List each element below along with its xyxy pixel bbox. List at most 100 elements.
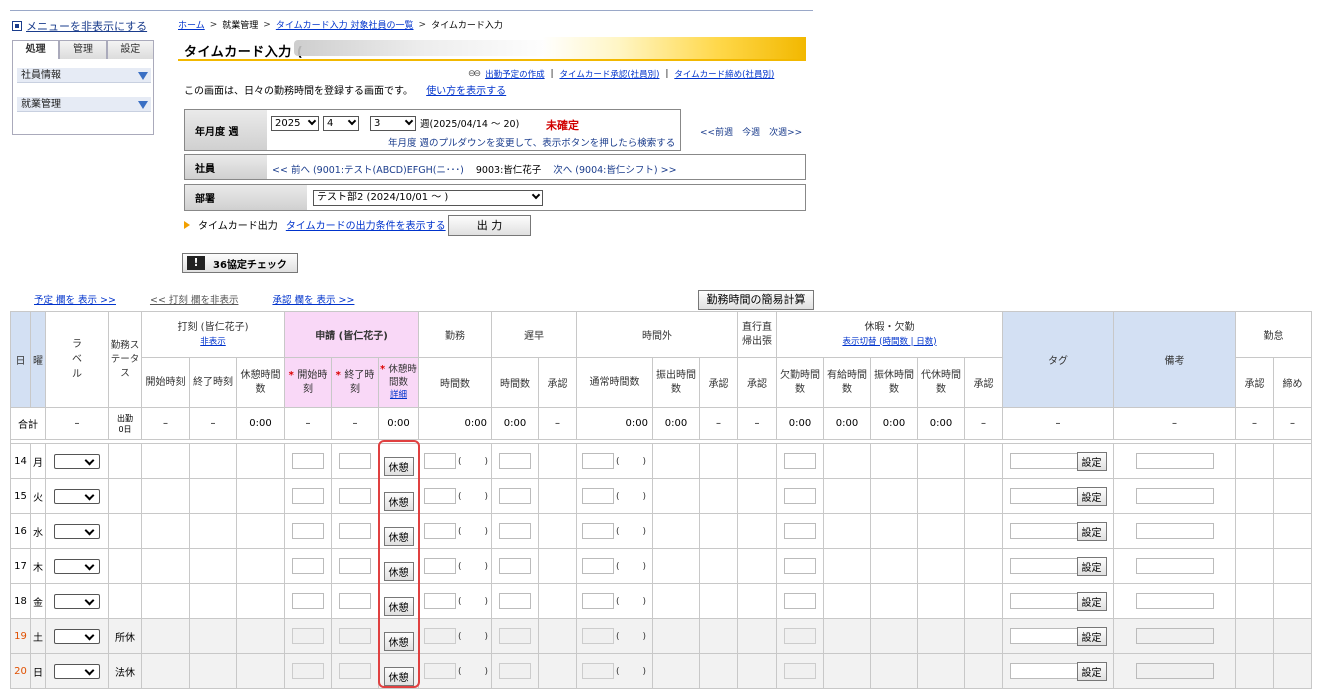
note-input[interactable] [1135, 628, 1214, 644]
sidebar-item-employee-info[interactable]: 社員情報 [17, 68, 151, 83]
tab-settings[interactable]: 設定 [106, 40, 154, 60]
tag-input[interactable] [1009, 558, 1080, 574]
time-input[interactable] [582, 523, 614, 539]
next-week-link[interactable]: 次週>> [769, 125, 802, 138]
time-input[interactable] [424, 523, 456, 539]
label-select[interactable] [54, 663, 100, 679]
breadcrumb-home[interactable]: ホーム [178, 18, 205, 31]
time-input[interactable] [292, 453, 324, 469]
break-button[interactable]: 休憩 [383, 667, 414, 686]
link-create-schedule[interactable]: 出勤予定の作成 [485, 68, 545, 80]
time-input[interactable] [424, 453, 456, 469]
time-input[interactable] [339, 523, 371, 539]
note-input[interactable] [1135, 558, 1214, 574]
label-select[interactable] [54, 488, 100, 504]
time-input[interactable] [784, 453, 816, 469]
time-input[interactable] [339, 453, 371, 469]
break-button[interactable]: 休憩 [383, 597, 414, 616]
time-input[interactable] [424, 593, 456, 609]
tab-manage[interactable]: 管理 [59, 40, 107, 60]
tab-process[interactable]: 処理 [12, 40, 60, 60]
link-close-timecard[interactable]: タイムカード締め(社員別) [674, 68, 774, 80]
time-input[interactable] [582, 453, 614, 469]
time-input[interactable] [499, 593, 531, 609]
time-input[interactable] [292, 558, 324, 574]
time-input[interactable] [424, 488, 456, 504]
time-input[interactable] [499, 523, 531, 539]
time-input[interactable] [292, 628, 324, 644]
label-select[interactable] [54, 453, 100, 469]
time-input[interactable] [339, 558, 371, 574]
time-input[interactable] [339, 488, 371, 504]
break-button[interactable]: 休憩 [383, 457, 414, 476]
month-select[interactable]: 4 [323, 116, 359, 131]
time-input[interactable] [339, 663, 371, 679]
show-usage-link[interactable]: 使い方を表示する [426, 86, 506, 97]
toggle-leave-unit-link[interactable]: 表示切替 (時間数 | 日数) [778, 335, 1002, 349]
tag-set-button[interactable]: 設定 [1076, 521, 1107, 541]
tag-input[interactable] [1009, 663, 1080, 679]
note-input[interactable] [1135, 523, 1214, 539]
next-employee-link[interactable]: 次へ (9004:皆仁シフト) >> [553, 162, 676, 176]
prev-employee-link[interactable]: << 前へ (9001:テスト(ABCD)EFGH(ニ･･･) [272, 162, 464, 176]
time-input[interactable] [784, 523, 816, 539]
tag-set-button[interactable]: 設定 [1076, 661, 1107, 681]
time-input[interactable] [499, 663, 531, 679]
tag-input[interactable] [1009, 453, 1080, 469]
time-input[interactable] [424, 663, 456, 679]
break-button[interactable]: 休憩 [383, 562, 414, 581]
time-input[interactable] [339, 628, 371, 644]
hide-menu-toggle[interactable]: メニューを非表示にする [12, 18, 147, 34]
tag-input[interactable] [1009, 593, 1080, 609]
note-input[interactable] [1135, 488, 1214, 504]
label-select[interactable] [54, 523, 100, 539]
tag-set-button[interactable]: 設定 [1076, 626, 1107, 646]
break-button[interactable]: 休憩 [383, 527, 414, 546]
link-approve-timecard[interactable]: タイムカード承認(社員別) [559, 68, 659, 80]
time-input[interactable] [499, 488, 531, 504]
tag-input[interactable] [1009, 523, 1080, 539]
tag-input[interactable] [1009, 628, 1080, 644]
note-input[interactable] [1135, 663, 1214, 679]
simple-calc-button[interactable]: 勤務時間の簡易計算 [698, 290, 814, 310]
time-input[interactable] [292, 593, 324, 609]
label-select[interactable] [54, 593, 100, 609]
time-input[interactable] [292, 663, 324, 679]
time-input[interactable] [292, 488, 324, 504]
time-input[interactable] [339, 593, 371, 609]
time-input[interactable] [424, 628, 456, 644]
tag-set-button[interactable]: 設定 [1076, 591, 1107, 611]
this-week-link[interactable]: 今週 [742, 125, 760, 138]
break-button[interactable]: 休憩 [383, 492, 414, 511]
hide-punch-link[interactable]: 非表示 [143, 335, 284, 349]
prev-week-link[interactable]: <<前週 [700, 125, 733, 138]
time-input[interactable] [784, 663, 816, 679]
tag-input[interactable] [1009, 488, 1080, 504]
agreement-36-check-button[interactable]: ! 36協定チェック [182, 253, 298, 273]
breadcrumb-employee-list[interactable]: タイムカード入力 対象社員の一覧 [276, 18, 414, 31]
time-input[interactable] [424, 558, 456, 574]
tag-set-button[interactable]: 設定 [1076, 451, 1107, 471]
sidebar-item-work-management[interactable]: 就業管理 [17, 97, 151, 112]
label-select[interactable] [54, 558, 100, 574]
time-input[interactable] [582, 558, 614, 574]
time-input[interactable] [784, 488, 816, 504]
tag-set-button[interactable]: 設定 [1076, 486, 1107, 506]
time-input[interactable] [499, 453, 531, 469]
year-select[interactable]: 2025 [271, 116, 319, 131]
week-select[interactable]: 3 [370, 116, 416, 131]
show-output-conditions-link[interactable]: タイムカードの出力条件を表示する [286, 217, 446, 232]
department-select[interactable]: テスト部2 (2024/10/01 ～ ) [313, 190, 543, 206]
time-input[interactable] [499, 628, 531, 644]
time-input[interactable] [582, 628, 614, 644]
time-input[interactable] [784, 593, 816, 609]
time-input[interactable] [784, 628, 816, 644]
tag-set-button[interactable]: 設定 [1076, 556, 1107, 576]
time-input[interactable] [582, 593, 614, 609]
hide-punch-toggle[interactable]: << 打刻 欄を非表示 [150, 292, 238, 306]
break-detail-link[interactable]: 詳細 [380, 389, 418, 402]
label-select[interactable] [54, 628, 100, 644]
time-input[interactable] [292, 523, 324, 539]
time-input[interactable] [784, 558, 816, 574]
note-input[interactable] [1135, 593, 1214, 609]
